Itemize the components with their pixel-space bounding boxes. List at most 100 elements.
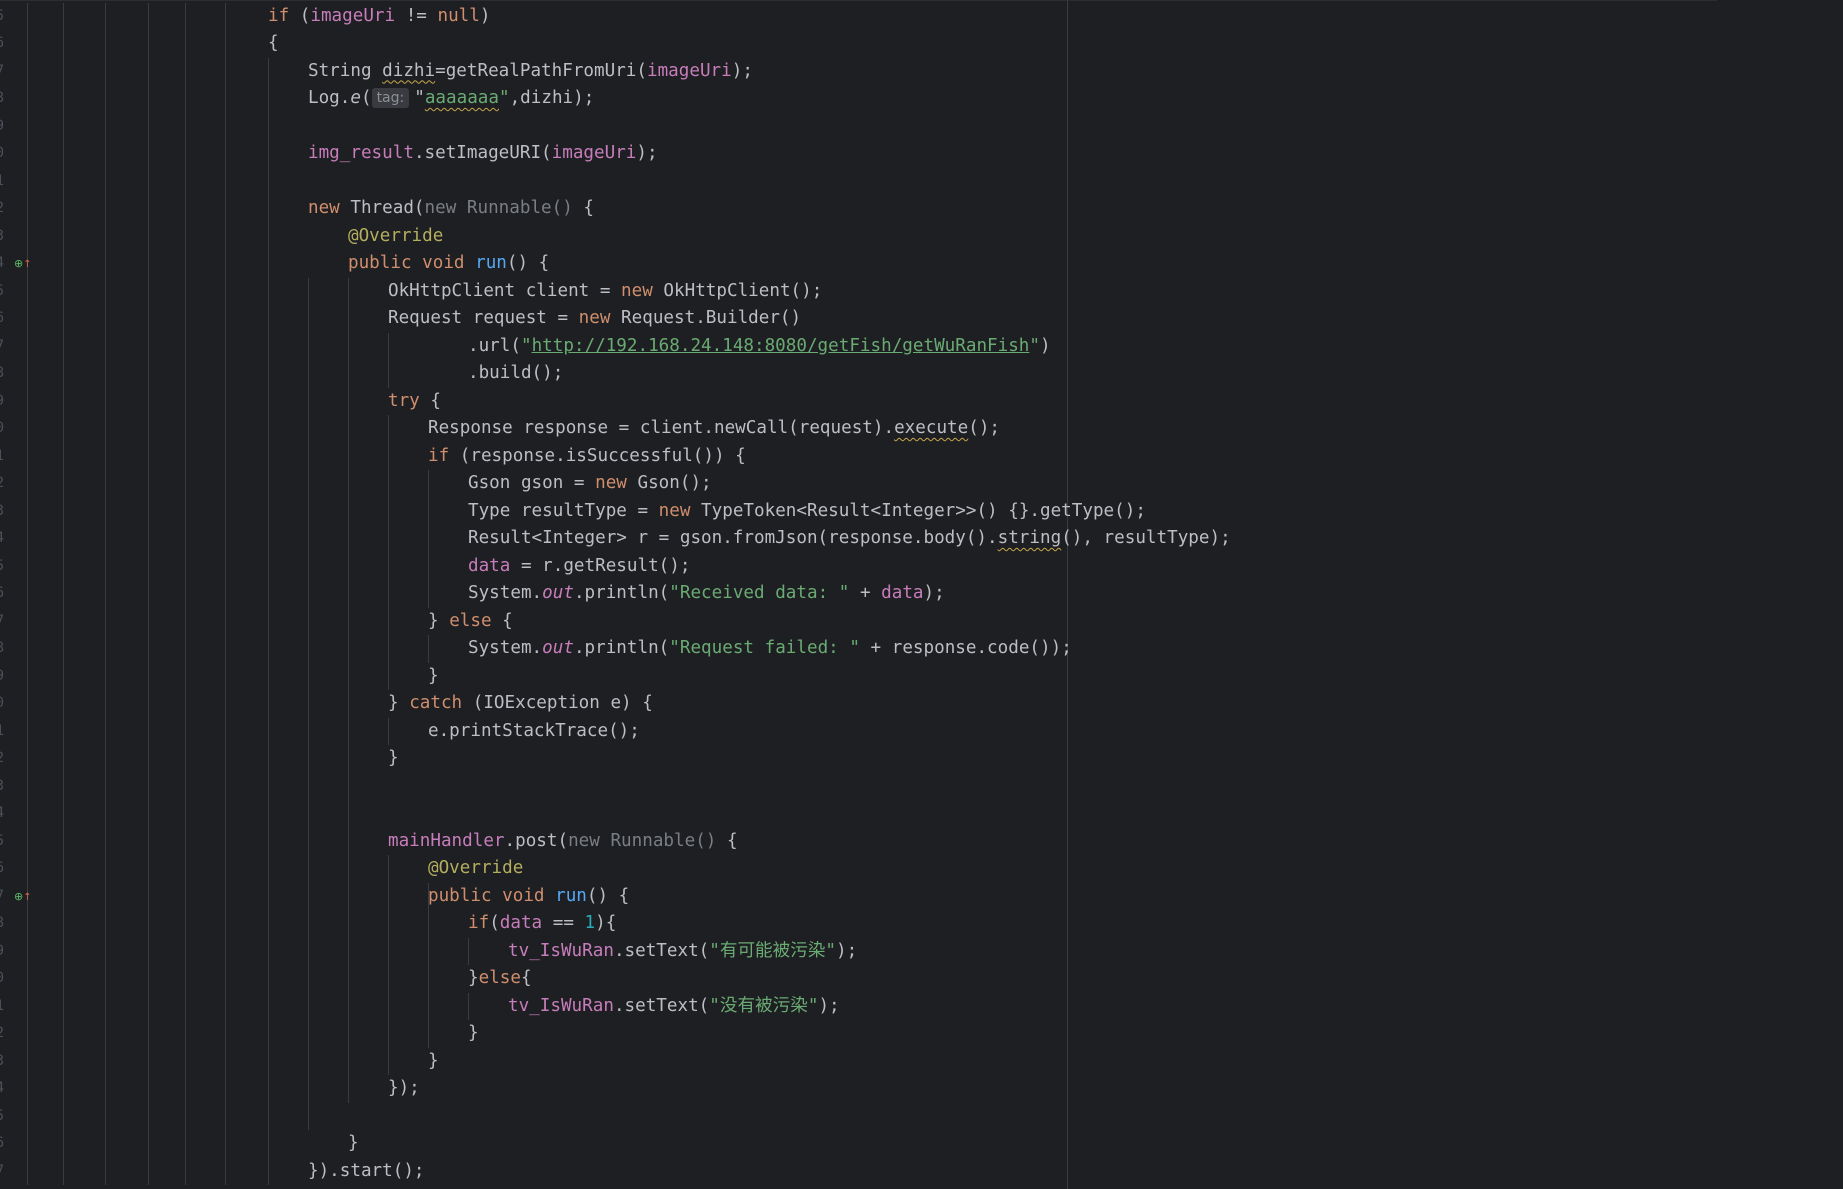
code-line[interactable]: .build(); — [468, 360, 563, 388]
code-token: (); — [968, 418, 1001, 438]
code-line[interactable]: img_result.setImageURI(imageUri); — [308, 140, 658, 168]
code-line[interactable]: OkHttpClient client = new OkHttpClient()… — [388, 278, 822, 306]
code-line[interactable]: if (imageUri != null) — [268, 3, 490, 31]
code-line[interactable]: if(data == 1){ — [468, 910, 616, 938]
line-number: 6 — [0, 30, 10, 58]
code-token: new — [578, 308, 622, 328]
code-line[interactable]: e.printStackTrace(); — [428, 718, 640, 746]
code-line[interactable]: if (response.isSuccessful()) { — [428, 443, 746, 471]
code-line[interactable]: { — [268, 30, 279, 58]
code-token: string — [997, 528, 1062, 548]
code-token: e — [350, 88, 361, 108]
code-token: new Runnable() — [568, 830, 717, 851]
code-token: aaaaaaa — [424, 88, 499, 108]
code-line[interactable]: Request request = new Request.Builder() — [388, 305, 801, 333]
code-token: (response.isSuccessful()) { — [449, 445, 746, 466]
line-number: 9 — [0, 663, 10, 691]
code-token: } — [468, 1023, 479, 1043]
line-number: 9 — [0, 388, 10, 416]
code-line[interactable]: } — [468, 1020, 479, 1048]
code-line[interactable]: }).start(); — [308, 1158, 425, 1186]
code-token: () { — [586, 885, 630, 906]
code-line[interactable]: } catch (IOException e) { — [388, 690, 653, 718]
code-line[interactable]: public void run() { — [348, 250, 549, 278]
code-line[interactable]: @Override — [428, 855, 523, 883]
code-token: Request.Builder() — [621, 308, 802, 328]
line-number: 4 — [0, 250, 10, 278]
code-token: OkHttpClient(); — [663, 280, 823, 301]
editor-top-border — [0, 0, 1717, 1]
line-number-text: 0 — [0, 140, 4, 168]
code-token: if — [428, 445, 450, 466]
code-line[interactable]: } — [428, 1048, 439, 1076]
line-number: 7 — [0, 608, 10, 636]
code-line[interactable]: Response response = client.newCall(reque… — [428, 415, 1000, 443]
line-number-text: 7 — [0, 883, 4, 911]
code-token: } — [468, 968, 479, 988]
code-token: new — [658, 500, 702, 521]
code-line[interactable]: System.out.println("Request failed: " + … — [468, 635, 1072, 663]
line-number-text: 8 — [0, 360, 4, 388]
line-number-text: 8 — [0, 635, 4, 663]
line-number-text: 6 — [0, 305, 4, 333]
code-line[interactable]: }); — [388, 1075, 420, 1103]
code-line[interactable]: @Override — [348, 223, 443, 251]
line-number: 3 — [0, 1048, 10, 1076]
code-line[interactable]: mainHandler.post(new Runnable() { — [388, 828, 738, 856]
line-number-text: 1 — [0, 443, 4, 471]
code-token: 1 — [584, 913, 596, 933]
code-token: OkHttpClient client = — [388, 280, 622, 301]
code-line[interactable]: new Thread(new Runnable() { — [308, 195, 594, 223]
code-line[interactable]: System.out.println("Received data: " + d… — [468, 580, 945, 608]
code-token: ,dizhi); — [509, 88, 595, 108]
line-number: 6 — [0, 855, 10, 883]
code-line[interactable]: tv_IsWuRan.setText("有可能被污染"); — [508, 938, 857, 966]
override-method-icon[interactable]: ⊕↑ — [14, 257, 32, 271]
code-line[interactable]: Gson gson = new Gson(); — [468, 470, 712, 498]
line-number: 2 — [0, 745, 10, 773]
code-line[interactable]: .url("http://192.168.24.148:8080/getFish… — [468, 333, 1051, 361]
code-line[interactable]: } — [428, 663, 439, 691]
line-number-text: 2 — [0, 1020, 4, 1048]
line-number-text: 1 — [0, 718, 4, 746]
code-token: out — [542, 583, 574, 603]
code-token: () { — [506, 253, 550, 273]
line-number-text: 3 — [0, 773, 4, 801]
override-method-icon[interactable]: ⊕↑ — [14, 890, 32, 904]
code-line[interactable]: String dizhi=getRealPathFromUri(imageUri… — [308, 58, 753, 86]
code-editor[interactable]: 5678901234567890123456789012345678901234… — [0, 0, 1843, 1189]
line-number: 3 — [0, 498, 10, 526]
line-number-text: 9 — [0, 938, 4, 966]
override-arrow-icon: ↑ — [23, 891, 32, 903]
parameter-hint: tag: — [371, 88, 410, 108]
line-number: 5 — [0, 828, 10, 856]
code-token: new — [595, 473, 638, 493]
code-token: ); — [923, 583, 945, 603]
code-token: .build(); — [468, 363, 564, 383]
code-line[interactable]: Result<Integer> r = gson.fromJson(respon… — [468, 525, 1231, 553]
code-token: ( — [360, 88, 372, 108]
code-token: if — [268, 5, 290, 26]
code-token: ( — [289, 5, 311, 26]
code-line[interactable]: try { — [388, 388, 441, 416]
line-number-text: 8 — [0, 85, 4, 113]
line-number: 9 — [0, 113, 10, 141]
line-number: 5 — [0, 1103, 10, 1131]
code-token: ){ — [595, 913, 617, 933]
code-token: ) — [479, 5, 491, 26]
code-token: new — [621, 280, 664, 301]
code-line[interactable]: Log.e(tag: "aaaaaaa",dizhi); — [308, 85, 594, 113]
code-line[interactable]: Type resultType = new TypeToken<Result<I… — [468, 498, 1146, 526]
code-line[interactable]: public void run() { — [428, 883, 629, 911]
code-line[interactable]: tv_IsWuRan.setText("没有被污染"); — [508, 993, 840, 1021]
line-number: 0 — [0, 690, 10, 718]
code-token: try — [388, 390, 420, 411]
line-number: 4 — [0, 525, 10, 553]
code-line[interactable]: data = r.getResult(); — [468, 553, 690, 581]
code-token: != — [395, 5, 438, 26]
code-line[interactable]: } else { — [428, 608, 513, 636]
code-token: .url( — [468, 335, 521, 356]
code-line[interactable]: } — [348, 1130, 359, 1158]
code-line[interactable]: }else{ — [468, 965, 532, 993]
code-line[interactable]: } — [388, 745, 399, 773]
